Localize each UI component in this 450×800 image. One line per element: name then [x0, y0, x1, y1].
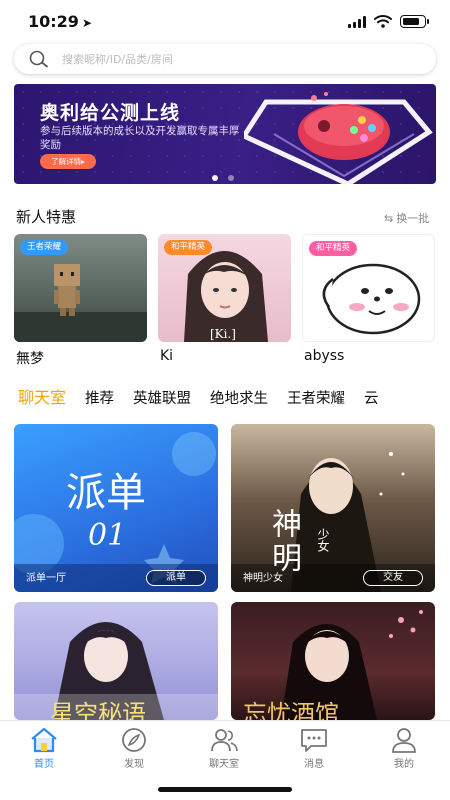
nav-discover[interactable]: 发现 [104, 727, 164, 770]
search-input[interactable] [62, 48, 422, 70]
nav-home[interactable]: 首页 [14, 727, 74, 770]
search-icon [29, 50, 48, 68]
promo-banner[interactable]: 奥利给公测上线 参与后续版本的成长以及开发赢取专属丰厚奖励 了解详情▸ [14, 84, 436, 184]
refresh-label: 换一批 [396, 212, 430, 225]
room-art-number: 01 [88, 518, 127, 553]
room-art-title: 星空秘语 [50, 700, 146, 720]
compass-icon [122, 728, 146, 752]
user-name: abyss [304, 348, 345, 364]
message-icon [301, 729, 327, 752]
room-art-title: 忘忧酒馆 [243, 700, 339, 720]
battery-icon [400, 15, 429, 28]
room-art-title: 派单 [66, 470, 146, 516]
tab-honor-of-kings[interactable]: 王者荣耀 [287, 387, 345, 408]
user-icon [392, 728, 416, 753]
banner-subtitle: 参与后续版本的成长以及开发赢取专属丰厚奖励 [40, 125, 240, 151]
user-card[interactable]: [Ki.] 和平精英 [158, 234, 291, 342]
room-art-title: 神明 [266, 508, 301, 576]
section-title-new-users: 新人特惠 [16, 208, 77, 226]
clock: 10:29 ➤ [28, 12, 92, 31]
room-card[interactable]: 星空秘语 [14, 602, 218, 720]
room-art-subtitle: 少女 [316, 528, 330, 552]
nav-label: 聊天室 [209, 759, 239, 770]
category-tabs: 聊天室 推荐 英雄联盟 绝地求生 王者荣耀云 [18, 384, 450, 410]
room-card[interactable]: 忘忧酒馆 [231, 602, 435, 720]
tab-lol[interactable]: 英雄联盟 [133, 387, 191, 408]
nav-label: 首页 [34, 759, 54, 770]
user-name: 無梦 [16, 351, 44, 367]
game-tag: 和平精英 [164, 240, 213, 255]
nav-label: 我的 [394, 759, 414, 770]
user-card[interactable]: 王者荣耀 [14, 234, 147, 342]
user-card[interactable]: 和平精英 [302, 234, 435, 342]
home-indicator [158, 787, 292, 792]
banner-pagination [212, 166, 244, 184]
nav-profile[interactable]: 我的 [374, 727, 434, 770]
banner-cta-button[interactable]: 了解详情▸ [40, 154, 96, 169]
tab-more[interactable]: 云 [364, 387, 379, 408]
home-icon [31, 727, 57, 753]
svg-text:[Ki.]: [Ki.] [210, 327, 236, 341]
room-category-pill[interactable]: 交友 [363, 570, 423, 586]
search-bar[interactable] [14, 44, 436, 74]
gamepad-illustration [244, 92, 433, 184]
room-card[interactable]: 神明 少女 神明少女 交友 [231, 424, 435, 592]
nav-label: 发现 [124, 759, 144, 770]
refresh-button[interactable]: ⇆ 换一批 [384, 210, 429, 226]
banner-title: 奥利给公测上线 [40, 102, 181, 124]
location-arrow-icon: ➤ [81, 16, 92, 30]
pagination-dot[interactable] [228, 175, 234, 181]
nav-label: 消息 [304, 759, 324, 770]
pagination-dot[interactable] [212, 175, 218, 181]
game-tag: 和平精英 [309, 241, 358, 256]
user-name: Ki [160, 348, 174, 364]
room-card[interactable]: 派单 01 派单一厅 派单 [14, 424, 218, 592]
signal-icon [348, 16, 368, 28]
nav-messages[interactable]: 消息 [284, 727, 344, 770]
tab-pubg[interactable]: 绝地求生 [210, 387, 268, 408]
swap-icon: ⇆ [384, 212, 394, 225]
room-name: 神明少女 [243, 573, 283, 584]
room-name: 派单一厅 [26, 573, 66, 584]
game-tag: 王者荣耀 [20, 240, 69, 255]
people-icon [211, 729, 238, 752]
tab-chatroom[interactable]: 聊天室 [18, 384, 66, 408]
wifi-icon [374, 15, 392, 28]
status-bar: 10:29 ➤ [0, 0, 450, 42]
tab-recommend[interactable]: 推荐 [85, 387, 114, 408]
room-category-pill[interactable]: 派单 [146, 570, 206, 586]
nav-chatroom[interactable]: 聊天室 [194, 727, 254, 770]
